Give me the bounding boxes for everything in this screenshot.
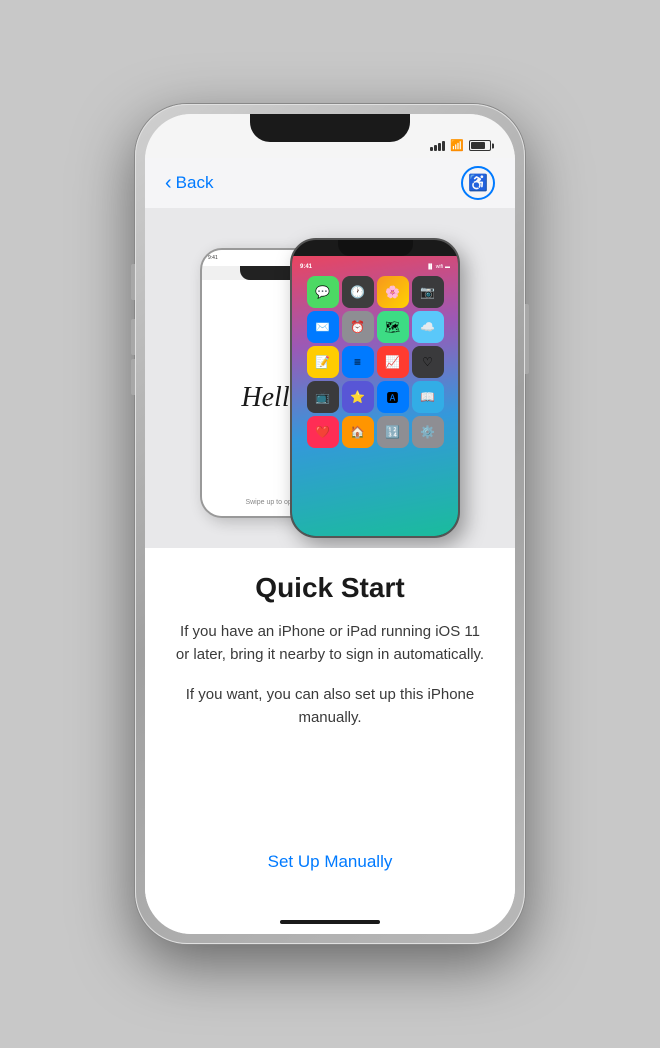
signal-bars-icon (430, 141, 445, 151)
phone-frame: 9:41 📶 ‹ Back (135, 104, 525, 944)
accessibility-button[interactable]: ♿ (461, 166, 495, 200)
front-status-bar: 9:41 ▐▌ wifi ▬ (296, 260, 454, 274)
back-button[interactable]: ‹ Back (165, 173, 213, 193)
home-indicator (145, 910, 515, 934)
app-activity: ♡ (412, 346, 444, 378)
nav-bar: ‹ Back ♿ (145, 158, 515, 208)
accessibility-icon: ♿ (468, 173, 488, 193)
app-row-3: 📝 ≡ 📈 ♡ (298, 346, 452, 378)
app-photos: 🌸 (377, 276, 409, 308)
app-mail: ✉️ (307, 311, 339, 343)
app-row-2: ✉️ ⏰ 🗺 ☁️ (298, 311, 452, 343)
quick-start-title: Quick Start (255, 572, 404, 604)
app-clock: 🕐 (342, 276, 374, 308)
app-settings: ⚙️ (412, 416, 444, 448)
app-clock2: ⏰ (342, 311, 374, 343)
back-phone-time: 9:41 (208, 255, 218, 261)
front-wifi-icon: wifi (436, 264, 443, 270)
front-phone-time: 9:41 (300, 264, 312, 270)
app-grid: 💬 🕐 🌸 📷 ✉️ ⏰ 🗺 ☁️ (296, 274, 454, 532)
status-icons: 📶 (430, 139, 491, 152)
phones-illustration: 9:41 ▐▌▌ Hello Swipe up to open (190, 228, 470, 528)
status-time: 9:41 (169, 140, 191, 152)
app-books: 📖 (412, 381, 444, 413)
back-label: Back (176, 173, 214, 193)
front-phone-notch (338, 240, 413, 256)
app-health: ❤️ (307, 416, 339, 448)
front-signal-icon: ▐▌ (427, 264, 434, 270)
app-row-4: 📺 ⭐ 🅰 📖 (298, 381, 452, 413)
app-camera: 📷 (412, 276, 444, 308)
content-section: Quick Start If you have an iPhone or iPa… (145, 548, 515, 910)
app-files: ☁️ (412, 311, 444, 343)
description-text-2: If you want, you can also set up this iP… (173, 683, 487, 730)
battery-icon (469, 140, 491, 151)
illustration-area: 9:41 ▐▌▌ Hello Swipe up to open (145, 208, 515, 548)
app-stocks: 📈 (377, 346, 409, 378)
app-tv: 📺 (307, 381, 339, 413)
front-battery-icon: ▬ (445, 264, 450, 270)
app-messages: 💬 (307, 276, 339, 308)
set-up-manually-button[interactable]: Set Up Manually (248, 842, 413, 882)
notch (250, 114, 410, 142)
description-text-1: If you have an iPhone or iPad running iO… (173, 620, 487, 667)
app-row-5: ❤️ 🏠 🔢 ⚙️ (298, 416, 452, 448)
front-phone-screen: 9:41 ▐▌ wifi ▬ 💬 🕐 (292, 256, 458, 536)
front-phone-illustration: 9:41 ▐▌ wifi ▬ 💬 🕐 (290, 238, 460, 538)
home-bar (280, 920, 380, 924)
app-appstore: 🅰 (377, 381, 409, 413)
phone-inner: 9:41 📶 ‹ Back (145, 114, 515, 934)
app-home: 🏠 (342, 416, 374, 448)
app-maps: 🗺 (377, 311, 409, 343)
app-row-1: 💬 🕐 🌸 📷 (298, 276, 452, 308)
app-notes: 📝 (307, 346, 339, 378)
app-calculator: 🔢 (377, 416, 409, 448)
chevron-left-icon: ‹ (165, 173, 172, 193)
front-status-icons: ▐▌ wifi ▬ (427, 264, 450, 270)
app-reminders: ≡ (342, 346, 374, 378)
wifi-icon: 📶 (450, 139, 464, 152)
app-itunes: ⭐ (342, 381, 374, 413)
screen-content: ‹ Back ♿ 9:41 ▐▌▌ (145, 158, 515, 910)
